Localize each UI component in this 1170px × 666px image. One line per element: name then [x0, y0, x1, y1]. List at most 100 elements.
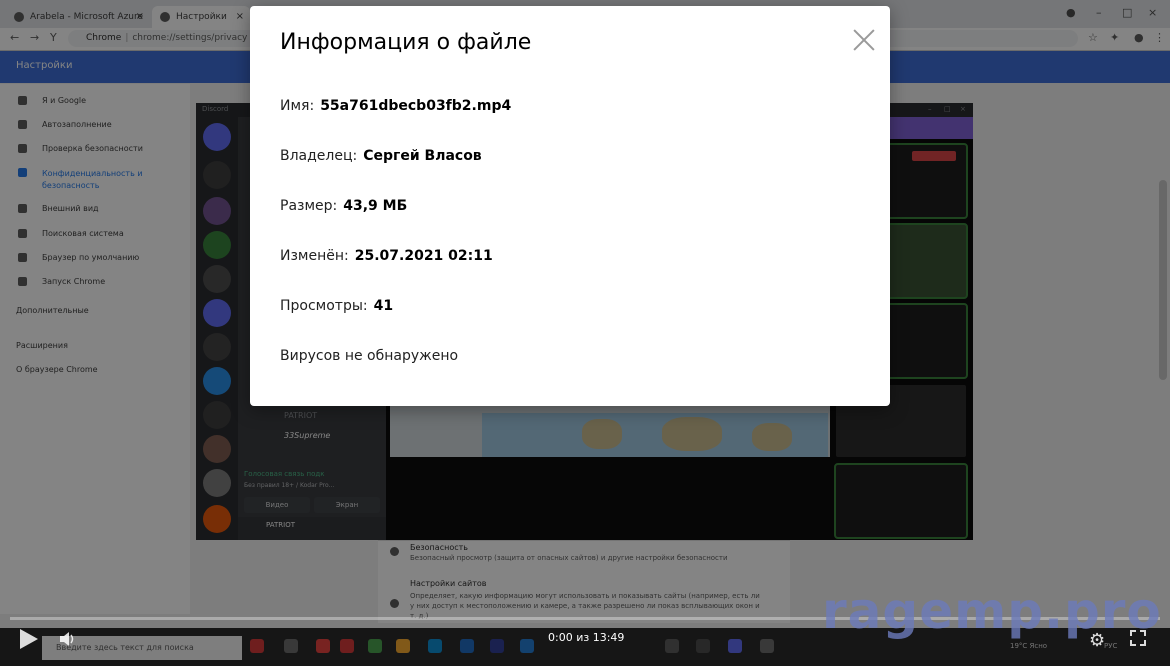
bookmark-star-icon[interactable]: ☆ — [1088, 31, 1098, 44]
chrome-icon[interactable] — [368, 639, 382, 653]
app-icon[interactable] — [520, 639, 534, 653]
shield-icon — [18, 144, 27, 153]
app-icon[interactable] — [760, 639, 774, 653]
settings-sidebar: Я и Google Автозаполнение Проверка безоп… — [0, 84, 190, 614]
screen-button[interactable]: Экран — [314, 497, 380, 513]
world-map — [482, 413, 828, 457]
minimize-icon[interactable]: – — [1096, 6, 1102, 19]
views-row: Просмотры: 41 — [280, 298, 393, 314]
video-button[interactable]: Видео — [244, 497, 310, 513]
server-icon[interactable] — [203, 401, 231, 429]
server-icon[interactable] — [203, 333, 231, 361]
person-icon — [18, 96, 27, 105]
virus-status: Вирусов не обнаружено — [280, 348, 459, 364]
account-icon[interactable]: ● — [1134, 31, 1144, 44]
settings-title: Настройки — [16, 60, 73, 71]
forward-icon[interactable]: → — [30, 31, 39, 44]
server-icon[interactable] — [203, 265, 231, 293]
sidebar-item-default-browser[interactable]: Браузер по умолчанию — [18, 253, 139, 262]
sidebar-item-safety-check[interactable]: Проверка безопасности — [18, 144, 143, 153]
app-icon[interactable] — [340, 639, 354, 653]
video-timecode: 0:00 из 13:49 — [548, 631, 625, 644]
server-icon[interactable] — [203, 299, 231, 327]
owner-row: Владелец: Сергей Власов — [280, 148, 482, 164]
app-icon[interactable] — [490, 639, 504, 653]
modified-label: Изменён: — [280, 248, 349, 264]
current-user: PATRIOT — [266, 521, 296, 529]
app-icon[interactable] — [460, 639, 474, 653]
sidebar-item-search-engine[interactable]: Поисковая система — [18, 229, 124, 238]
discord-home-icon[interactable] — [203, 123, 231, 151]
sidebar-item-autofill[interactable]: Автозаполнение — [18, 120, 112, 129]
tab-close-icon[interactable]: × — [136, 6, 144, 28]
language-indicator[interactable]: РУС — [1104, 642, 1117, 650]
play-icon[interactable] — [20, 629, 38, 649]
explorer-icon[interactable] — [396, 639, 410, 653]
server-icon[interactable] — [203, 469, 231, 497]
file-name-row: Имя: 55a761dbecb03fb2.mp4 — [280, 98, 511, 114]
file-info-modal: Информация о файле Имя: 55a761dbecb03fb2.… — [250, 6, 890, 406]
settings-gear-icon — [160, 12, 170, 22]
app-icon[interactable] — [696, 639, 710, 653]
tab-close-icon[interactable]: × — [236, 6, 244, 28]
size-label: Размер: — [280, 198, 338, 214]
opera-icon[interactable] — [250, 639, 264, 653]
app-icon[interactable] — [665, 639, 679, 653]
back-icon[interactable]: ← — [10, 31, 19, 44]
sidebar-advanced[interactable]: Дополнительные — [16, 306, 89, 315]
clipboard-icon — [18, 120, 27, 129]
modified-row: Изменён: 25.07.2021 02:11 — [280, 248, 493, 264]
power-icon — [18, 277, 27, 286]
sidebar-item-on-startup[interactable]: Запуск Chrome — [18, 277, 105, 286]
weather-text[interactable]: 19°C Ясно — [1010, 642, 1047, 650]
browser-window-icon — [18, 253, 27, 262]
sidebar-extensions[interactable]: Расширения — [16, 341, 68, 350]
sidebar-item-appearance[interactable]: Внешний вид — [18, 204, 99, 213]
page-scrollbar[interactable] — [1159, 180, 1167, 380]
site-settings-row-title[interactable]: Настройки сайтов — [410, 579, 487, 588]
maximize-icon[interactable]: □ — [944, 105, 951, 113]
profile-icon[interactable]: ● — [1066, 6, 1076, 19]
yandex-icon[interactable]: Y — [50, 31, 57, 44]
taskview-icon[interactable] — [284, 639, 298, 653]
fullscreen-icon[interactable] — [1130, 630, 1146, 646]
browser-tab[interactable]: Arabela - Microsoft Azure × — [6, 6, 150, 28]
extensions-icon[interactable]: ✦ — [1110, 31, 1119, 44]
file-name-value: 55a761dbecb03fb2.mp4 — [320, 98, 512, 114]
server-icon[interactable] — [203, 161, 231, 189]
voice-detail: Без правил 18+ / Kodar Pro... — [244, 482, 335, 489]
voice-user[interactable]: 33Supreme — [284, 431, 330, 440]
tab-favicon-icon — [14, 12, 24, 22]
sidebar-about-chrome[interactable]: О браузере Chrome — [16, 365, 98, 374]
watermark-text: ragemp.pro — [822, 582, 1162, 640]
server-icon[interactable] — [203, 505, 231, 533]
edge-icon[interactable] — [428, 639, 442, 653]
close-icon[interactable] — [852, 28, 876, 52]
url-text: chrome://settings/privacy — [132, 33, 248, 43]
size-row: Размер: 43,9 МБ — [280, 198, 407, 214]
volume-icon[interactable] — [60, 632, 76, 646]
tab-label: Arabela - Microsoft Azure — [30, 12, 144, 22]
tab-label: Настройки — [176, 12, 227, 22]
gear-icon[interactable]: ⚙ — [1089, 630, 1105, 651]
discord-user-panel: PATRIOT — [238, 517, 386, 540]
window-close-icon[interactable]: × — [960, 105, 966, 113]
participant-tile[interactable] — [834, 463, 968, 539]
sidebar-item-privacy[interactable]: Конфиденциальность и безопасность — [18, 168, 152, 192]
security-row-title[interactable]: Безопасность — [410, 543, 468, 552]
server-icon[interactable] — [203, 231, 231, 259]
sidebar-item-you-and-google[interactable]: Я и Google — [18, 96, 86, 105]
modal-title: Информация о файле — [280, 30, 532, 55]
minimize-icon[interactable]: – — [928, 105, 932, 113]
server-icon[interactable] — [203, 367, 231, 395]
server-icon[interactable] — [203, 435, 231, 463]
maximize-icon[interactable]: □ — [1122, 6, 1132, 19]
server-icon[interactable] — [203, 197, 231, 225]
modified-value: 25.07.2021 02:11 — [354, 248, 493, 264]
browser-tab-active[interactable]: Настройки × — [152, 6, 250, 28]
yandex-browser-icon[interactable] — [316, 639, 330, 653]
voice-user[interactable]: PATRIOT — [284, 411, 317, 420]
menu-icon[interactable]: ⋮ — [1154, 31, 1165, 44]
discord-taskbar-icon[interactable] — [728, 639, 742, 653]
window-close-icon[interactable]: × — [1148, 6, 1157, 19]
